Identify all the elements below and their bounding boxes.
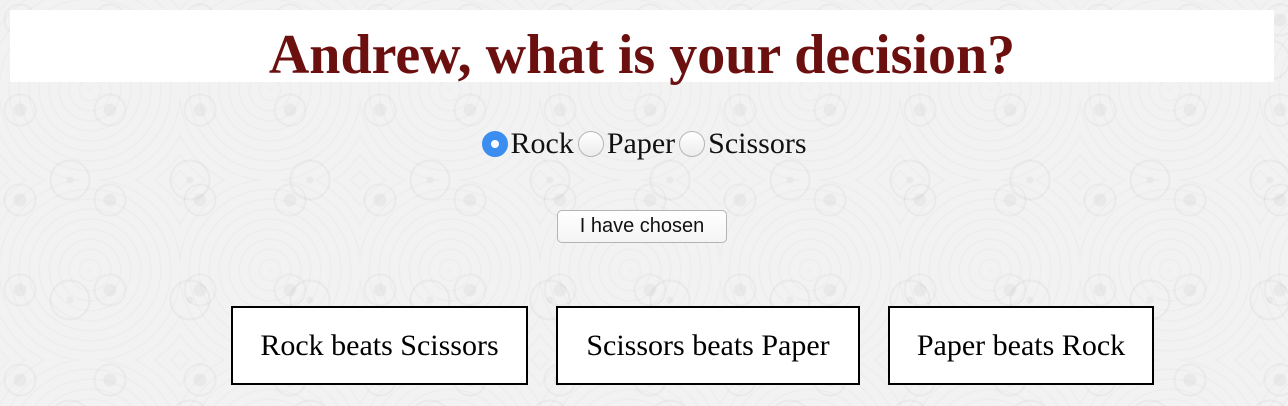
rule-text: Scissors beats Paper [586, 328, 830, 362]
rule-scissors-beats-paper: Scissors beats Paper [556, 306, 860, 385]
rule-paper-beats-rock: Paper beats Rock [888, 306, 1154, 385]
choice-paper[interactable]: Paper [577, 127, 675, 161]
i-have-chosen-button[interactable]: I have chosen [557, 210, 727, 243]
choice-scissors-label[interactable]: Scissors [708, 127, 806, 161]
title-banner: Andrew, what is your decision? [10, 10, 1274, 86]
choice-radio-group: Rock Paper Scissors [0, 124, 1288, 164]
radio-scissors[interactable] [679, 131, 706, 157]
page-title: Andrew, what is your decision? [268, 24, 1016, 86]
radio-rock[interactable] [481, 131, 508, 157]
choice-scissors[interactable]: Scissors [679, 127, 807, 161]
rule-text: Paper beats Rock [916, 328, 1126, 362]
choice-rock[interactable]: Rock [481, 127, 574, 161]
radio-paper[interactable] [577, 131, 604, 157]
rule-rock-beats-scissors: Rock beats Scissors [231, 306, 528, 385]
choice-rock-label[interactable]: Rock [511, 127, 574, 161]
choice-paper-label[interactable]: Paper [607, 127, 675, 161]
rule-text: Rock beats Scissors [260, 328, 499, 362]
